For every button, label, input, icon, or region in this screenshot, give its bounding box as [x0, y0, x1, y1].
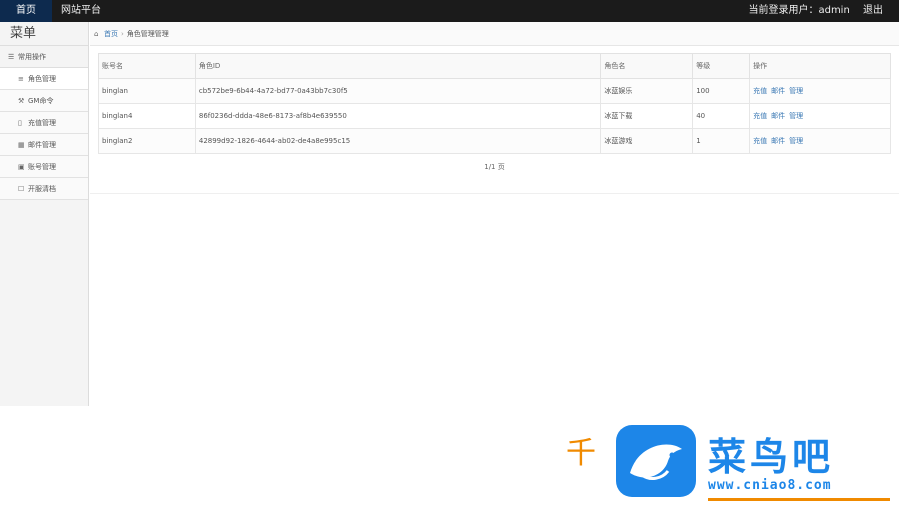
cell-level: 40: [692, 103, 751, 129]
logout-link[interactable]: 退出: [863, 5, 883, 16]
breadcrumb: ⌂ 首页 › 角色管理管理: [90, 22, 899, 46]
cell-level: 100: [692, 78, 751, 104]
image-icon: ▣: [18, 163, 25, 171]
role-table: 账号名 角色ID 角色名 等级 操作 binglan cb572be9-6b44…: [98, 53, 891, 154]
recharge-link[interactable]: 充值: [753, 87, 767, 95]
mail-link[interactable]: 邮件: [771, 112, 785, 120]
table-row: binglan2 42899d92-1826-4644-ab02-de4a8e9…: [98, 128, 891, 154]
mail-link[interactable]: 邮件: [771, 137, 785, 145]
divider: [90, 193, 899, 194]
manage-link[interactable]: 管理: [789, 112, 803, 120]
cell-role-name: 冰蓝下载: [600, 103, 694, 129]
grid-icon: ▦: [18, 141, 25, 149]
manage-link[interactable]: 管理: [789, 137, 803, 145]
cell-level: 1: [692, 128, 751, 154]
cell-actions: 充值 邮件 管理: [749, 78, 891, 104]
sidebar-item-account[interactable]: ▣ 账号管理: [0, 156, 88, 178]
nav-tab-home[interactable]: 首页: [0, 0, 52, 22]
column-header-role-name: 角色名: [600, 53, 694, 79]
bird-logo-icon: [616, 425, 696, 497]
list-icon: ≡: [18, 75, 24, 83]
sidebar-item-recharge[interactable]: ▯ 充值管理: [0, 112, 88, 134]
sidebar-item-label: 角色管理: [28, 75, 56, 83]
cell-role-name: 冰蓝游戏: [600, 128, 694, 154]
cell-actions: 充值 邮件 管理: [749, 103, 891, 129]
menu-group-label: 常用操作: [18, 53, 46, 61]
main-content: ⌂ 首页 › 角色管理管理 账号名 角色ID 角色名 等级 操作 binglan cb…: [90, 22, 899, 406]
sidebar: 菜单 ☰ 常用操作 ≡ 角色管理 ⚒ GM命令 ▯ 充值管理 ▦ 邮件管理 ▣ 账号管理 ☐…: [0, 22, 89, 406]
column-header-account: 账号名: [98, 53, 196, 79]
sidebar-item-label: GM命令: [28, 97, 54, 105]
breadcrumb-current: 角色管理管理: [126, 30, 169, 38]
watermark-left-glyph: 千: [566, 436, 596, 471]
home-icon: ⌂: [94, 30, 99, 38]
cell-account: binglan: [98, 78, 196, 104]
watermark: 千 菜鸟吧 www.cniao8.com: [566, 420, 896, 506]
watermark-underline: [708, 498, 890, 501]
table-row: binglan cb572be9-6b44-4a72-bd77-0a43bb7c…: [98, 78, 891, 104]
cell-actions: 充值 邮件 管理: [749, 128, 891, 154]
pagination-text: 1/1 页: [484, 163, 505, 171]
sidebar-item-role-management[interactable]: ≡ 角色管理: [0, 68, 88, 90]
checkbox-icon: ☐: [18, 185, 25, 193]
column-header-actions: 操作: [749, 53, 891, 79]
column-header-role-id: 角色ID: [194, 53, 602, 79]
mail-link[interactable]: 邮件: [771, 87, 785, 95]
table-header-row: 账号名 角色ID 角色名 等级 操作: [98, 53, 891, 79]
cell-role-id: 86f0236d-ddda-48e6-8173-af8b4e639550: [194, 103, 602, 129]
sidebar-item-gm-command[interactable]: ⚒ GM命令: [0, 90, 88, 112]
column-header-level: 等级: [692, 53, 751, 79]
cell-role-name: 冰蓝娱乐: [600, 78, 694, 104]
menu-title: 菜单: [0, 22, 88, 46]
current-user-text: 当前登录用户：admin: [748, 5, 850, 16]
list-icon: ☰: [8, 53, 15, 61]
cell-role-id: 42899d92-1826-4644-ab02-de4a8e995c15: [194, 128, 602, 154]
recharge-link[interactable]: 充值: [753, 137, 767, 145]
nav-tab-site[interactable]: 网站平台: [56, 0, 106, 22]
wrench-icon: ⚒: [18, 97, 25, 105]
sidebar-item-label: 充值管理: [28, 119, 56, 127]
sidebar-item-label: 账号管理: [28, 163, 56, 171]
file-icon: ▯: [18, 119, 22, 127]
cell-role-id: cb572be9-6b44-4a72-bd77-0a43bb7c30f5: [194, 78, 602, 104]
cell-account: binglan4: [98, 103, 196, 129]
watermark-url: www.cniao8.com: [708, 478, 832, 493]
user-area: 当前登录用户：admin 退出: [748, 0, 883, 22]
sidebar-item-server-reset[interactable]: ☐ 开服清档: [0, 178, 88, 200]
sidebar-item-label: 邮件管理: [28, 141, 56, 149]
table-row: binglan4 86f0236d-ddda-48e6-8173-af8b4e6…: [98, 103, 891, 129]
watermark-title: 菜鸟吧: [708, 434, 835, 479]
recharge-link[interactable]: 充值: [753, 112, 767, 120]
breadcrumb-home-link[interactable]: 首页: [104, 30, 118, 38]
manage-link[interactable]: 管理: [789, 87, 803, 95]
menu-group-common[interactable]: ☰ 常用操作: [0, 46, 88, 68]
cell-account: binglan2: [98, 128, 196, 154]
top-navbar: 首页 网站平台 当前登录用户：admin 退出: [0, 0, 899, 22]
breadcrumb-separator: ›: [121, 30, 124, 38]
sidebar-item-label: 开服清档: [28, 185, 56, 193]
sidebar-item-mail[interactable]: ▦ 邮件管理: [0, 134, 88, 156]
